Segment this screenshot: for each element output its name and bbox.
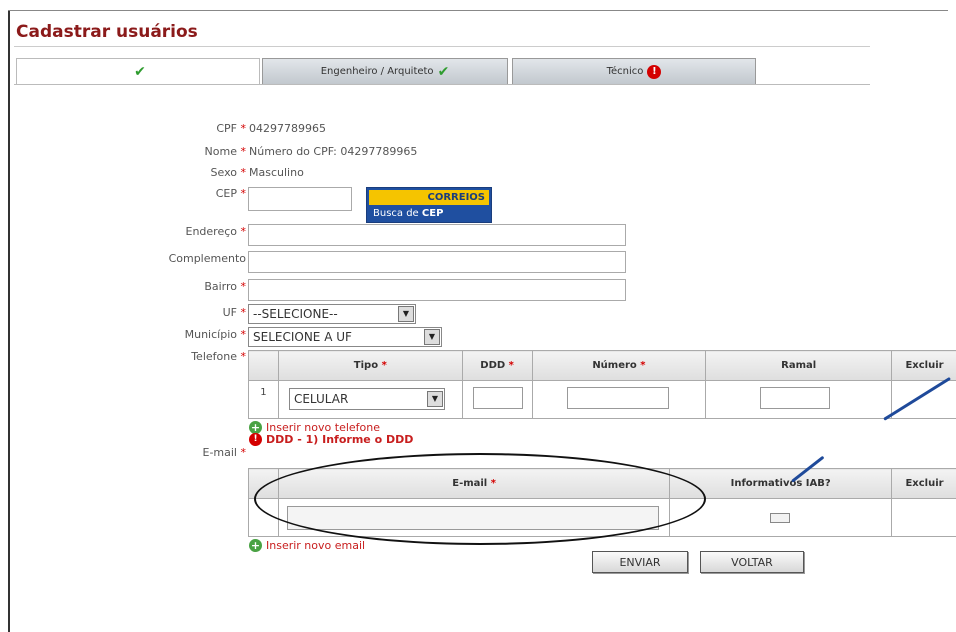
tab-strip-divider bbox=[14, 84, 870, 85]
voltar-button[interactable]: VOLTAR bbox=[700, 551, 804, 573]
informativo-header: Informativos IAB? bbox=[669, 468, 893, 499]
telefone-label: Telefone * bbox=[191, 350, 246, 363]
correios-logo-text: CORREIOS bbox=[369, 190, 489, 205]
sexo-value: Masculino bbox=[249, 166, 304, 179]
index-header bbox=[248, 468, 279, 499]
chevron-down-icon[interactable]: ▼ bbox=[424, 329, 440, 345]
window-top-border bbox=[8, 10, 948, 11]
plus-icon: + bbox=[249, 539, 262, 552]
uf-select[interactable]: --SELECIONE-- ▼ bbox=[248, 304, 416, 324]
tipo-cell: CELULAR ▼ bbox=[277, 380, 463, 419]
check-icon: ✔ bbox=[437, 63, 450, 80]
excluir-header: Excluir bbox=[891, 350, 956, 381]
ddd-error-message: ! DDD - 1) Informe o DDD bbox=[249, 433, 413, 446]
ramal-header: Ramal bbox=[705, 350, 892, 381]
excluir-header: Excluir bbox=[891, 468, 956, 499]
uf-selected-value: --SELECIONE-- bbox=[253, 307, 338, 321]
chevron-down-icon[interactable]: ▼ bbox=[426, 391, 443, 407]
informativo-cell bbox=[669, 498, 893, 537]
municipio-select[interactable]: SELECIONE A UF ▼ bbox=[248, 327, 442, 347]
excluir-cell[interactable] bbox=[891, 380, 956, 419]
cpf-value: 04297789965 bbox=[249, 122, 326, 135]
uf-label: UF * bbox=[222, 306, 246, 319]
tab-engenheiro-arquiteto[interactable]: Engenheiro / Arquiteto ✔ bbox=[262, 58, 508, 84]
add-email-link[interactable]: + Inserir novo email bbox=[249, 539, 365, 552]
page-title: Cadastrar usuários bbox=[16, 22, 198, 42]
informativo-checkbox[interactable] bbox=[770, 513, 791, 523]
tab-usuario[interactable]: ✔ bbox=[16, 58, 260, 84]
ddd-input[interactable] bbox=[472, 387, 523, 409]
cep-label: CEP * bbox=[215, 187, 246, 200]
tipo-header: Tipo * bbox=[277, 350, 463, 381]
tab-label: Técnico bbox=[606, 66, 644, 77]
telefone-table: Tipo * DDD * Número * Ramal Excluir 1 CE… bbox=[248, 350, 956, 419]
complemento-input[interactable] bbox=[248, 251, 626, 273]
numero-header: Número * bbox=[531, 350, 707, 381]
ddd-cell bbox=[461, 380, 533, 419]
title-divider bbox=[14, 46, 870, 47]
check-icon: ✔ bbox=[134, 63, 146, 80]
excluir-cell[interactable] bbox=[891, 498, 956, 537]
cep-input[interactable] bbox=[248, 187, 352, 211]
municipio-selected-value: SELECIONE A UF bbox=[253, 330, 352, 344]
email-cell bbox=[277, 498, 671, 537]
enviar-button[interactable]: ENVIAR bbox=[592, 551, 688, 573]
complemento-label: Complemento bbox=[168, 252, 246, 265]
window-left-border bbox=[8, 10, 10, 632]
nome-label: Nome * bbox=[204, 145, 246, 158]
alert-icon: ! bbox=[647, 64, 662, 79]
nome-value: Número do CPF: 04297789965 bbox=[249, 145, 418, 158]
numero-input[interactable] bbox=[566, 387, 669, 409]
tab-label: Engenheiro / Arquiteto bbox=[320, 66, 434, 77]
ramal-cell bbox=[705, 380, 892, 419]
ramal-input[interactable] bbox=[760, 387, 831, 409]
endereco-label: Endereço * bbox=[185, 225, 247, 238]
table-row: 1 CELULAR ▼ bbox=[248, 380, 956, 419]
email-header: E-mail * bbox=[277, 468, 671, 499]
email-table: E-mail * Informativos IAB? Excluir bbox=[248, 468, 956, 537]
error-icon: ! bbox=[249, 433, 262, 446]
index-header bbox=[248, 350, 279, 381]
table-header-row: E-mail * Informativos IAB? Excluir bbox=[248, 468, 956, 499]
table-header-row: Tipo * DDD * Número * Ramal Excluir bbox=[248, 350, 956, 381]
bairro-input[interactable] bbox=[248, 279, 626, 301]
tab-tecnico[interactable]: Técnico ! bbox=[512, 58, 756, 84]
endereco-input[interactable] bbox=[248, 224, 626, 246]
bairro-label: Bairro * bbox=[204, 280, 246, 293]
numero-cell bbox=[531, 380, 707, 419]
ddd-header: DDD * bbox=[461, 350, 533, 381]
email-input[interactable] bbox=[286, 506, 659, 530]
tipo-select[interactable]: CELULAR ▼ bbox=[288, 388, 445, 410]
correios-busca-cep-button[interactable]: CORREIOS Busca de CEP bbox=[366, 187, 492, 223]
cpf-label: CPF * bbox=[216, 122, 246, 135]
busca-cep-text: Busca de CEP bbox=[373, 208, 444, 219]
sexo-label: Sexo * bbox=[210, 166, 246, 179]
row-index bbox=[248, 498, 279, 537]
tipo-selected-value: CELULAR bbox=[293, 392, 349, 406]
table-row bbox=[248, 498, 956, 537]
municipio-label: Município * bbox=[184, 328, 246, 341]
row-index: 1 bbox=[248, 380, 279, 419]
email-label: E-mail * bbox=[202, 446, 247, 459]
chevron-down-icon[interactable]: ▼ bbox=[398, 306, 414, 322]
